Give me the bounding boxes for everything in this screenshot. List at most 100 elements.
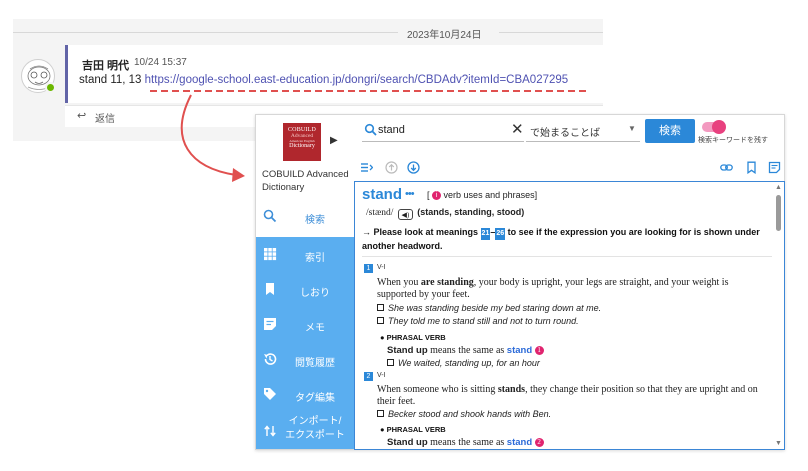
message-link[interactable]: https://google-school.east-education.jp/… bbox=[145, 74, 569, 86]
import-export-icon bbox=[264, 425, 276, 437]
sense-badge: 1 bbox=[534, 346, 544, 355]
phrasal-verb-definition: Stand up means the same as stand 1 bbox=[387, 345, 544, 356]
search-mode-select[interactable]: で始まることば ▼ bbox=[526, 120, 640, 142]
example-text: She was standing beside my bed staring d… bbox=[388, 303, 602, 313]
date-label: 2023年10月24日 bbox=[407, 30, 482, 41]
dictionary-cover[interactable]: COBUILD Advanced American English Dictio… bbox=[283, 123, 321, 161]
sense-definition: When you are standing, your body is upri… bbox=[377, 277, 767, 301]
memo-icon bbox=[264, 318, 276, 330]
close-icon[interactable]: ✕ bbox=[511, 120, 524, 138]
phrasal-verb: Stand up bbox=[387, 437, 428, 448]
example-sentence: She was standing beside my bed staring d… bbox=[377, 303, 601, 313]
dictionary-app: COBUILD Advanced American English Dictio… bbox=[255, 114, 785, 450]
example-text: We waited, standing up, for an hour bbox=[398, 358, 540, 368]
dictionary-header: COBUILD Advanced American English Dictio… bbox=[256, 115, 354, 199]
grammar-label: V-I bbox=[377, 372, 386, 379]
phrasal-mid: means the same as bbox=[427, 437, 507, 448]
date-line-left bbox=[13, 32, 398, 33]
headword: stand bbox=[362, 186, 403, 203]
bracket-close: ] bbox=[534, 190, 538, 200]
definition-pre: When someone who is sitting bbox=[377, 384, 498, 395]
xref-link[interactable]: stand bbox=[507, 345, 532, 356]
note-before: → Please look at meanings bbox=[362, 227, 481, 237]
sidebar-item-label: インポート/ エクスポート bbox=[285, 416, 345, 441]
sidebar-item-import-export[interactable]: インポート/ エクスポート bbox=[256, 412, 354, 449]
arrow-up-circle-icon[interactable] bbox=[385, 161, 398, 174]
speaker-icon[interactable]: ◀) bbox=[397, 209, 413, 220]
scrollbar[interactable]: ▲ ▼ bbox=[775, 184, 783, 447]
example-text: Becker stood and shook hands with Ben. bbox=[388, 409, 552, 419]
presence-available-icon bbox=[45, 82, 56, 93]
pronunciation-row: /stænd/ ◀) (stands, standing, stood) bbox=[366, 207, 524, 220]
list-collapse-icon[interactable] bbox=[360, 161, 373, 174]
sidebar-item-label: 閲覧履歴 bbox=[295, 358, 335, 369]
memo-outline-icon[interactable] bbox=[768, 161, 781, 174]
definition-keyword: stands bbox=[497, 384, 526, 395]
sense-badge: 2 bbox=[534, 438, 544, 447]
range-end-link[interactable]: 26 bbox=[495, 228, 506, 240]
definition-keyword: are standing bbox=[420, 277, 474, 288]
search-button[interactable]: 検索 bbox=[645, 119, 695, 143]
keep-keyword-label: 検索キーワードを残す bbox=[698, 137, 768, 144]
sidebar-item-bookmarks[interactable]: しおり bbox=[256, 272, 354, 307]
cross-reference-note: → Please look at meanings 21–26 to see i… bbox=[362, 226, 772, 252]
pronunciation: /stænd/ bbox=[366, 208, 394, 218]
sidebar-item-label: 索引 bbox=[305, 253, 325, 264]
message-prefix: stand 11, 13 bbox=[79, 74, 145, 86]
example-text: They told me to stand still and not to t… bbox=[388, 316, 579, 326]
entry-toolbar bbox=[354, 157, 784, 179]
sidebar-item-label: メモ bbox=[305, 323, 325, 334]
phrasal-verb: Stand up bbox=[387, 345, 428, 356]
bracket-open: [ bbox=[427, 190, 430, 200]
example-box-icon bbox=[387, 359, 394, 366]
keep-keyword-toggle[interactable] bbox=[702, 120, 726, 134]
definition-pre: When you bbox=[377, 277, 421, 288]
tag-icon bbox=[264, 388, 276, 400]
dictionary-name: COBUILD Advanced Dictionary bbox=[262, 169, 349, 193]
scroll-up-icon[interactable]: ▲ bbox=[775, 184, 782, 191]
phrasal-mid: means the same as bbox=[427, 345, 507, 356]
sidebar-item-memo[interactable]: メモ bbox=[256, 307, 354, 342]
scroll-down-icon[interactable]: ▼ bbox=[775, 440, 782, 447]
info-icon[interactable]: i bbox=[432, 191, 442, 200]
date-divider: 2023年10月24日 bbox=[13, 19, 603, 45]
screenshot-stage: 2023年10月24日 吉田 明代 10/24 15:37 stand 11, … bbox=[0, 0, 808, 471]
scroll-thumb[interactable] bbox=[776, 195, 781, 231]
cover-line-4: Dictionary bbox=[289, 143, 315, 149]
bookmark-outline-icon[interactable] bbox=[745, 161, 758, 174]
toggle-knob bbox=[712, 120, 726, 134]
arrow-down-circle-icon[interactable] bbox=[407, 161, 420, 174]
entry-content[interactable]: stand ••• [ i verb uses and phrases] /st… bbox=[354, 181, 785, 450]
message-text: stand 11, 13 https://google-school.east-… bbox=[79, 74, 568, 86]
range-start-link[interactable]: 21 bbox=[480, 228, 491, 240]
reply-label: 返信 bbox=[95, 114, 115, 125]
history-icon bbox=[264, 353, 277, 365]
xref-link[interactable]: stand bbox=[507, 437, 532, 448]
chat-message[interactable]: 吉田 明代 10/24 15:37 stand 11, 13 https://g… bbox=[65, 45, 603, 103]
link-icon[interactable] bbox=[720, 161, 733, 174]
search-icon bbox=[263, 209, 277, 223]
category-text: verb uses and phrases bbox=[443, 190, 535, 200]
message-time: 10/24 15:37 bbox=[134, 57, 187, 68]
example-box-icon bbox=[377, 317, 384, 324]
example-box-icon bbox=[377, 304, 384, 311]
reply-arrow-icon: ↩ bbox=[77, 110, 87, 122]
sidebar-item-search[interactable]: 検索 bbox=[256, 199, 354, 237]
search-field[interactable]: stand ✕ bbox=[362, 120, 524, 142]
sidebar-item-label: 検索 bbox=[305, 215, 325, 226]
sidebar-item-tag-edit[interactable]: タグ編集 bbox=[256, 377, 354, 412]
sidebar-item-index[interactable]: 索引 bbox=[256, 237, 354, 272]
arrowhead-icon bbox=[232, 168, 245, 182]
example-box-icon bbox=[377, 410, 384, 417]
phrasal-verb-label: ● PHRASAL VERB bbox=[380, 425, 446, 434]
search-toolbar: stand ✕ で始まることば ▼ 検索 検索キーワードを残す bbox=[354, 115, 784, 149]
sense-definition: When someone who is sitting stands, they… bbox=[377, 384, 767, 408]
frequency-dots: ••• bbox=[405, 188, 415, 200]
sidebar-item-history[interactable]: 閲覧履歴 bbox=[256, 342, 354, 377]
play-triangle-icon[interactable]: ▶ bbox=[330, 135, 338, 146]
search-input[interactable]: stand bbox=[378, 124, 405, 136]
grammar-label: V-I bbox=[377, 264, 386, 271]
divider bbox=[362, 256, 772, 257]
example-sentence: They told me to stand still and not to t… bbox=[377, 316, 579, 326]
phrasal-verb-definition: Stand up means the same as stand 2 bbox=[387, 437, 544, 448]
